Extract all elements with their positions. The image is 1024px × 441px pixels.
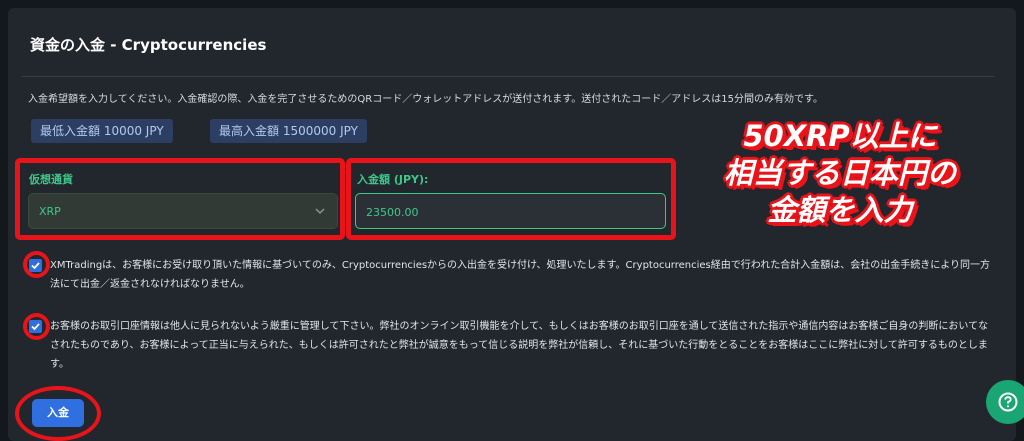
annotation-line-2: 相当する日本円の xyxy=(723,156,956,190)
help-chat-button[interactable] xyxy=(986,380,1024,424)
highlight-deposit-button xyxy=(15,386,101,441)
highlight-currency-box xyxy=(15,158,345,240)
help-icon xyxy=(998,392,1018,412)
highlight-term1-checkbox xyxy=(23,251,50,278)
max-deposit-badge: 最高入金額 1500000 JPY xyxy=(210,119,367,143)
min-deposit-badge: 最低入金額 10000 JPY xyxy=(31,119,173,143)
term2-text: お客様のお取引口座情報は他人に見られないよう厳重に管理して下さい。弊社のオンライ… xyxy=(50,321,989,370)
highlight-amount-box xyxy=(346,158,676,240)
page-title: 資金の入金 - Cryptocurrencies xyxy=(30,36,267,54)
annotation-line-3: 金額を入力 xyxy=(767,193,913,227)
divider xyxy=(22,76,994,77)
annotation-line-1: 50XRP以上に xyxy=(743,119,937,153)
annotation-text: 50XRP以上に 相当する日本円の 金額を入力 xyxy=(690,118,990,238)
instruction-text: 入金希望額を入力してください。入金確認の際、入金を完了させるためのQRコード／ウ… xyxy=(28,94,823,105)
term1-text: XMTradingは、お客様にお受け取り頂いた情報に基づいてのみ、Cryptoc… xyxy=(50,260,991,290)
highlight-term2-checkbox xyxy=(23,313,50,340)
